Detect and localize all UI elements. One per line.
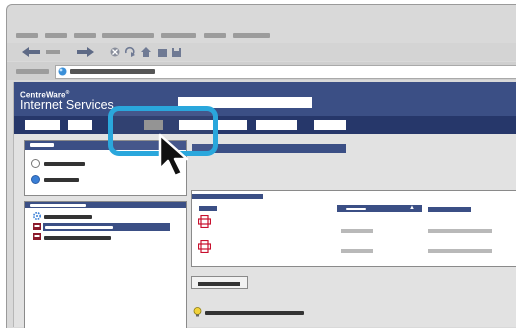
menu-item-6[interactable] bbox=[204, 33, 226, 38]
info-bulb-icon bbox=[193, 307, 202, 317]
table-title bbox=[192, 194, 263, 199]
refresh-icon[interactable] bbox=[124, 46, 135, 57]
tree-item-2-label bbox=[45, 226, 113, 229]
tab-5[interactable] bbox=[256, 120, 297, 130]
print-icon[interactable] bbox=[172, 48, 181, 57]
toolbar-icons bbox=[22, 46, 181, 57]
row-2-cell-2 bbox=[341, 249, 373, 253]
option-radio-2[interactable] bbox=[31, 175, 40, 184]
info-text bbox=[205, 311, 304, 315]
row-1-cell-2 bbox=[341, 229, 373, 233]
tab-1[interactable] bbox=[25, 120, 60, 130]
brand-subtitle: Internet Services bbox=[20, 98, 114, 112]
menu-item-1[interactable] bbox=[16, 33, 38, 38]
column-header-1[interactable] bbox=[199, 206, 217, 211]
tree-item-1[interactable] bbox=[44, 215, 92, 219]
folder-icon[interactable] bbox=[158, 49, 167, 57]
stop-icon[interactable] bbox=[110, 47, 120, 57]
tab-2[interactable] bbox=[68, 120, 92, 130]
option-label-1 bbox=[44, 162, 85, 166]
document-icon[interactable] bbox=[198, 240, 211, 253]
sort-ascending-icon: ▲ bbox=[409, 205, 415, 211]
menu-item-3[interactable] bbox=[74, 33, 96, 38]
action-button-label bbox=[198, 282, 240, 286]
tree-panel-title bbox=[30, 204, 86, 207]
globe-icon bbox=[58, 67, 67, 76]
document-icon[interactable] bbox=[198, 215, 211, 228]
menu-item-5[interactable] bbox=[161, 33, 196, 38]
tab-6[interactable] bbox=[314, 120, 346, 130]
forward-arrow-icon[interactable] bbox=[77, 47, 94, 57]
tree-panel bbox=[24, 201, 187, 328]
options-panel-title bbox=[30, 143, 54, 147]
printer-icon bbox=[33, 223, 41, 230]
row-1-cell-3 bbox=[428, 229, 492, 233]
column-header-3[interactable] bbox=[428, 207, 471, 212]
back-arrow-icon[interactable] bbox=[22, 47, 40, 57]
tree-icons bbox=[33, 212, 41, 240]
tree-item-3[interactable] bbox=[44, 236, 111, 240]
menu-item-4[interactable] bbox=[102, 33, 154, 38]
printer-icon bbox=[33, 233, 41, 240]
column-header-2-label bbox=[346, 208, 366, 210]
address-url bbox=[70, 69, 155, 74]
option-radio-1[interactable] bbox=[31, 159, 40, 168]
gear-icon bbox=[33, 212, 41, 220]
menu-item-7[interactable] bbox=[233, 33, 270, 38]
mouse-pointer-icon bbox=[158, 133, 189, 178]
back-label[interactable] bbox=[46, 50, 60, 54]
home-icon[interactable] bbox=[141, 47, 151, 57]
menu-item-2[interactable] bbox=[45, 33, 67, 38]
row-2-cell-3 bbox=[428, 249, 492, 253]
address-label bbox=[16, 69, 49, 74]
option-label-2 bbox=[44, 178, 79, 182]
